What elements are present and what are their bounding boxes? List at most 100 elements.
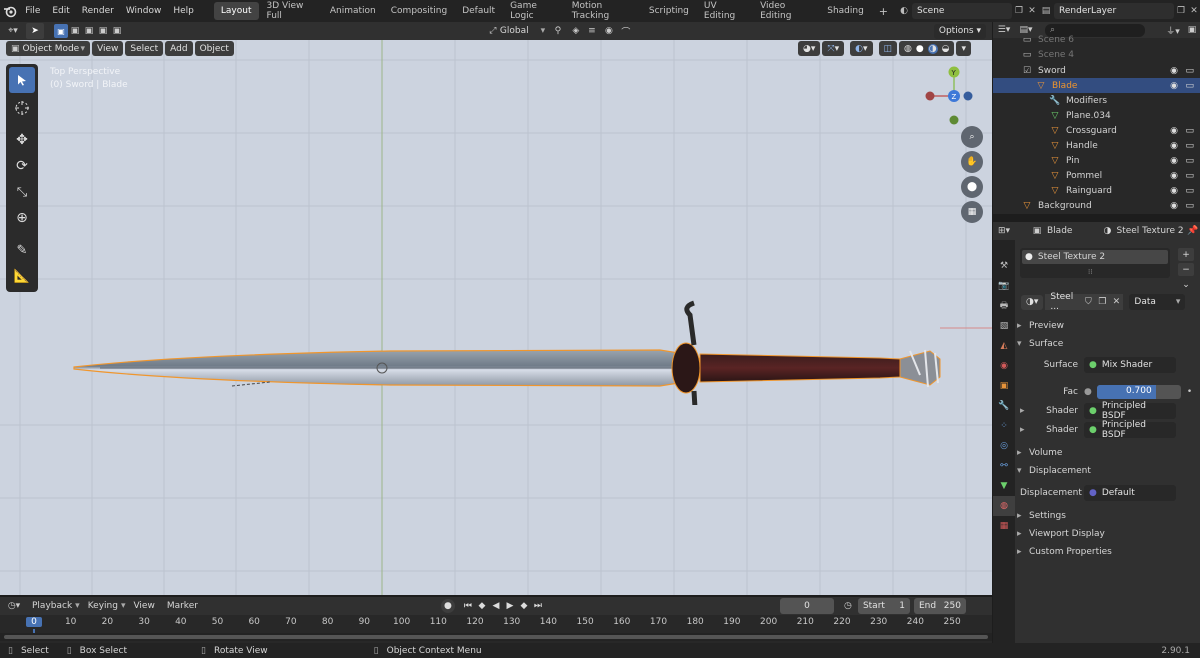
outliner-row[interactable]: ☑ Sword ◉ ▭ — [993, 63, 1200, 78]
camera-view-icon[interactable]: ⬤ — [961, 176, 983, 198]
list-resize-handle-icon[interactable]: ⁞⁞ — [1088, 268, 1092, 276]
section-custom-properties[interactable]: ▸ Custom Properties — [1017, 543, 1200, 561]
end-frame-field[interactable]: End 250 — [913, 598, 966, 614]
select-box-tool[interactable] — [9, 67, 35, 93]
monitor-icon[interactable]: ▭ — [1185, 201, 1194, 211]
chevron-right-icon[interactable]: ▸ — [1020, 406, 1030, 416]
outliner-row[interactable]: ▽ Background ◉ ▭ — [993, 198, 1200, 213]
outliner-row[interactable]: ▭ Scene 6 — [993, 32, 1200, 47]
menu-window[interactable]: Window — [120, 0, 168, 22]
add-workspace-button[interactable]: + — [872, 2, 895, 20]
surface-shader-field[interactable]: ● Mix Shader — [1084, 357, 1176, 373]
3d-viewport[interactable]: ✥ ⟳ ⤡ ⊕ ✎ 📐 ▣ Object Mode ▾ View Select … — [0, 40, 992, 595]
view-layer-tab-icon[interactable]: ▧ — [993, 316, 1015, 336]
keyframe-dot-icon[interactable]: • — [1187, 387, 1192, 397]
pivot-icon[interactable]: ⚲ — [548, 26, 568, 36]
shader2-field[interactable]: ● Principled BSDF — [1084, 420, 1176, 440]
material-shading-icon[interactable]: ◑ — [927, 43, 938, 54]
blender-logo-icon[interactable] — [0, 0, 19, 22]
menu-add[interactable]: Add — [165, 41, 193, 56]
timeline-editor-icon[interactable]: ◷▾ — [0, 601, 28, 611]
tool-tab-icon[interactable]: ⚒ — [993, 256, 1015, 276]
shader1-field[interactable]: ● Principled BSDF — [1084, 401, 1176, 421]
outliner-row[interactable]: ▽ Crossguard ◉ ▭ — [993, 123, 1200, 138]
section-settings[interactable]: ▸ Settings — [1017, 507, 1200, 525]
physics-tab-icon[interactable]: ◎ — [993, 436, 1015, 456]
shading-options[interactable]: ▾ — [956, 41, 971, 56]
output-tab-icon[interactable]: 🖶 — [993, 296, 1015, 316]
monitor-icon[interactable]: ▭ — [1185, 81, 1194, 91]
jump-start-icon[interactable]: ⏮ — [461, 601, 475, 611]
data-tab-icon[interactable]: ▼ — [993, 476, 1015, 496]
menu-edit[interactable]: Edit — [46, 0, 75, 22]
section-surface[interactable]: ▾ Surface — [1017, 335, 1200, 353]
section-volume[interactable]: ▸ Volume — [1017, 444, 1200, 462]
eye-icon[interactable]: ◉ — [1170, 126, 1178, 136]
remove-slot-button[interactable]: − — [1178, 263, 1194, 276]
render-tab-icon[interactable]: 📷 — [993, 276, 1015, 296]
select-new-icon[interactable]: ▣ — [54, 24, 68, 38]
modifier-tab-icon[interactable]: 🔧 — [993, 396, 1015, 416]
menu-marker[interactable]: Marker — [167, 601, 198, 611]
material-slot-list[interactable]: ● Steel Texture 2 ⁞⁞ — [1020, 248, 1170, 278]
outliner-row[interactable]: 🔧 Modifiers — [993, 93, 1200, 108]
tab-game-logic[interactable]: Game Logic — [503, 1, 564, 21]
close-icon[interactable]: ✕ — [1026, 6, 1038, 16]
add-slot-button[interactable]: + — [1178, 248, 1194, 261]
menu-view[interactable]: View — [133, 601, 154, 611]
eye-icon[interactable]: ◉ — [1170, 171, 1178, 181]
navigation-gizmo[interactable]: Y Z — [922, 66, 982, 128]
select-tool-icon[interactable]: ➤ — [26, 23, 44, 39]
monitor-icon[interactable]: ▭ — [1185, 126, 1194, 136]
overlay-toggle[interactable]: ◐ ▾ — [850, 41, 873, 56]
section-preview[interactable]: ▸ Preview — [1017, 317, 1200, 335]
select-intersect-icon[interactable]: ▣ — [110, 26, 124, 36]
monitor-icon[interactable]: ▭ — [1185, 171, 1194, 181]
menu-render[interactable]: Render — [76, 0, 120, 22]
playhead-frame[interactable]: 0 — [26, 617, 42, 627]
rendered-shading-icon[interactable]: ◒ — [942, 44, 950, 54]
properties-editor-icon[interactable]: ⊞▾ — [993, 226, 1015, 236]
eye-icon[interactable]: ◉ — [1170, 186, 1178, 196]
monitor-icon[interactable]: ▭ — [1185, 141, 1194, 151]
clock-icon[interactable]: ◷ — [838, 601, 858, 611]
eye-icon[interactable]: ◉ — [1170, 141, 1178, 151]
tab-animation[interactable]: Animation — [323, 2, 383, 20]
outliner-row[interactable]: ▭ Scene 4 — [993, 47, 1200, 62]
snap-settings-icon[interactable]: ≡ — [584, 26, 600, 36]
pan-hand-icon[interactable]: ✋ — [961, 151, 983, 173]
wireframe-shading-icon[interactable]: ◍ — [904, 44, 912, 54]
zoom-icon[interactable]: ⌕ — [961, 126, 983, 148]
slot-menu-button[interactable]: ⌄ — [1178, 278, 1194, 291]
texture-tab-icon[interactable]: ▦ — [993, 516, 1015, 536]
outliner-row[interactable]: ▽ Blade ◉ ▭ — [993, 78, 1200, 93]
measure-tool[interactable]: 📐 — [9, 263, 35, 289]
perspective-grid-icon[interactable]: ▦ — [961, 201, 983, 223]
start-frame-field[interactable]: Start 1 — [857, 598, 910, 614]
menu-help[interactable]: Help — [167, 0, 200, 22]
current-frame-field[interactable]: 0 — [779, 598, 834, 614]
tab-compositing[interactable]: Compositing — [384, 2, 454, 20]
tab-motion-tracking[interactable]: Motion Tracking — [565, 1, 641, 21]
gizmo-toggle[interactable]: ⤧ ▾ — [822, 41, 845, 56]
copy-icon[interactable]: ❐ — [1012, 6, 1026, 16]
object-tab-icon[interactable]: ▣ — [993, 376, 1015, 396]
mode-dropdown[interactable]: ▣ Object Mode ▾ — [6, 41, 90, 56]
fake-user-icon[interactable]: ⛉ — [1081, 294, 1096, 310]
tab-video-editing[interactable]: Video Editing — [753, 1, 819, 21]
menu-playback[interactable]: Playback — [32, 601, 72, 611]
select-extend-icon[interactable]: ▣ — [68, 26, 82, 36]
world-tab-icon[interactable]: ◉ — [993, 356, 1015, 376]
fac-slider[interactable]: 0.700 — [1096, 385, 1181, 399]
displacement-field[interactable]: ● Default — [1084, 485, 1176, 501]
unlink-icon[interactable]: ✕ — [1109, 294, 1124, 310]
chevron-right-icon[interactable]: ▸ — [1020, 425, 1030, 435]
monitor-icon[interactable]: ▭ — [1185, 66, 1194, 76]
jump-end-icon[interactable]: ⏭ — [531, 601, 545, 611]
timeline-ruler[interactable]: 0 10 20 30 40 50 60 70 80 90 100 110 120 130 140 150 160… — [0, 617, 992, 639]
tab-shading[interactable]: Shading — [820, 2, 871, 20]
rotate-tool[interactable]: ⟳ — [9, 153, 35, 179]
editor-type-icon[interactable]: ⌖▾ — [0, 26, 26, 36]
eye-icon[interactable]: ◉ — [1170, 66, 1178, 76]
play-reverse-icon[interactable]: ◀ — [489, 601, 503, 611]
